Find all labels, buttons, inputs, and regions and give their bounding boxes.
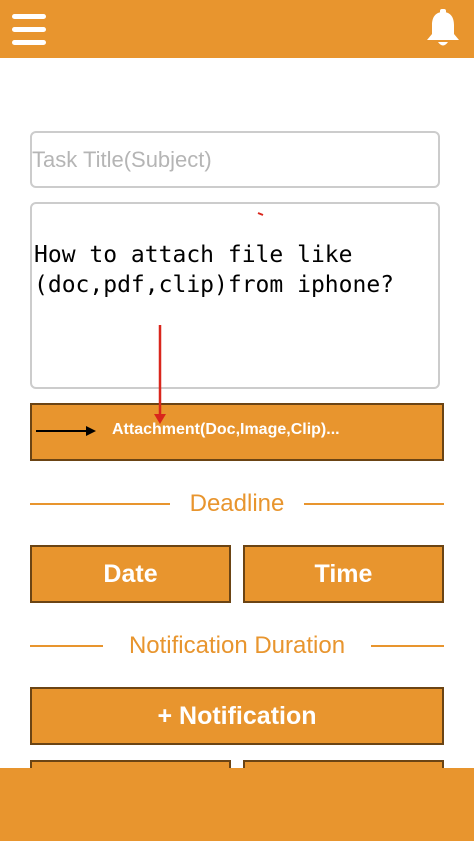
time-button[interactable]: Time [243, 545, 444, 603]
description-line-1: How to attach file like [34, 242, 353, 268]
notification-section-header: Notification Duration [30, 626, 444, 666]
description-line-2: (doc,pdf,clip)from iphone? [34, 272, 395, 298]
task-title-input[interactable] [32, 133, 438, 186]
date-button[interactable]: Date [30, 545, 231, 603]
attachment-button[interactable]: Attachment(Doc,Image,Clip)... [30, 403, 444, 461]
divider-line [304, 503, 444, 505]
divider-line [371, 645, 444, 647]
bell-icon[interactable] [424, 8, 462, 50]
bottom-bar [0, 768, 474, 841]
add-notification-button[interactable]: + Notification [30, 687, 444, 745]
task-title-field[interactable] [30, 131, 440, 188]
hamburger-menu-icon[interactable] [12, 12, 48, 48]
deadline-section-header: Deadline [30, 484, 444, 524]
task-description-text: How to attach file like (doc,pdf,clip)fr… [34, 240, 458, 300]
top-bar [0, 0, 474, 58]
attachment-button-label: Attachment(Doc,Image,Clip)... [112, 421, 340, 438]
task-description-field[interactable]: How to attach file like (doc,pdf,clip)fr… [30, 202, 440, 389]
